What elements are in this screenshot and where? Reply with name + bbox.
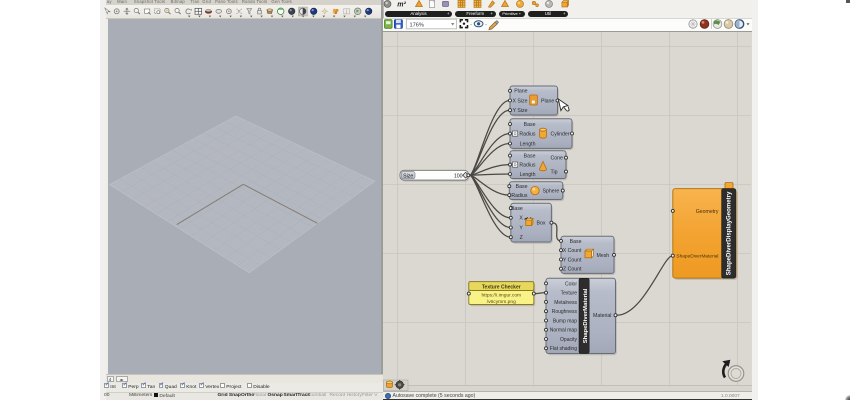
svg-text:Color: Color	[565, 281, 577, 287]
svg-text:Cone: Cone	[551, 156, 564, 162]
svg-text:ShapeDiverMaterial: ShapeDiverMaterial	[676, 254, 718, 260]
svg-text:Plane: Plane	[514, 89, 527, 95]
svg-text:Bump map: Bump map	[553, 318, 577, 324]
svg-text:Y: Y	[519, 225, 523, 231]
svg-text:-: -	[470, 23, 472, 29]
svg-text:Box: Box	[537, 221, 546, 227]
svg-text:Y Count: Y Count	[563, 257, 582, 263]
svg-text:Radius: Radius	[519, 132, 536, 138]
svg-text:100: 100	[454, 174, 463, 180]
svg-text:Tip: Tip	[551, 170, 558, 176]
svg-text:Radius: Radius	[511, 193, 528, 199]
svg-text:X Size: X Size	[513, 98, 528, 104]
svg-text:Length: Length	[520, 141, 536, 147]
svg-text:Sphere: Sphere	[543, 189, 560, 195]
svg-text:Texture: Texture	[561, 291, 578, 297]
svg-text:Base: Base	[524, 122, 536, 128]
svg-text:Plane: Plane	[541, 98, 554, 104]
svg-text:Base: Base	[516, 184, 528, 190]
svg-text:Z: Z	[520, 235, 523, 241]
svg-text:Mesh: Mesh	[597, 253, 610, 259]
svg-text:Metalness: Metalness	[554, 300, 577, 306]
svg-text:Z Count: Z Count	[563, 267, 582, 273]
svg-text:Normal map: Normal map	[550, 328, 577, 334]
svg-text:ShapeDiverMaterial: ShapeDiverMaterial	[583, 288, 589, 343]
svg-text:Radius: Radius	[519, 163, 536, 169]
svg-text:Length: Length	[520, 172, 536, 178]
svg-text:https://i.imgur.com: https://i.imgur.com	[481, 293, 521, 299]
svg-text:m²: m²	[397, 2, 406, 9]
svg-text:Geometry: Geometry	[696, 209, 719, 215]
svg-text:Size: Size	[403, 174, 413, 180]
svg-text:Opacity: Opacity	[560, 337, 577, 343]
svg-text:X Count: X Count	[563, 248, 582, 254]
svg-text:-: -	[485, 23, 487, 29]
svg-text:/v6cymm.png: /v6cymm.png	[487, 299, 516, 305]
svg-text:Material: Material	[593, 313, 611, 319]
svg-text:Y Size: Y Size	[513, 108, 528, 114]
svg-text:Flat shading: Flat shading	[550, 346, 577, 352]
svg-text:Cylinder: Cylinder	[551, 131, 570, 137]
svg-text:X: X	[519, 216, 523, 222]
svg-text:Base: Base	[570, 239, 582, 245]
svg-text:Base: Base	[524, 154, 536, 160]
svg-text:ShapeDiverDisplayGeometry: ShapeDiverDisplayGeometry	[725, 191, 732, 275]
svg-text:Texture Checker: Texture Checker	[482, 284, 521, 290]
svg-text:Base: Base	[511, 206, 523, 212]
svg-text:176%: 176%	[410, 22, 424, 28]
svg-text:Roughness: Roughness	[552, 309, 578, 315]
